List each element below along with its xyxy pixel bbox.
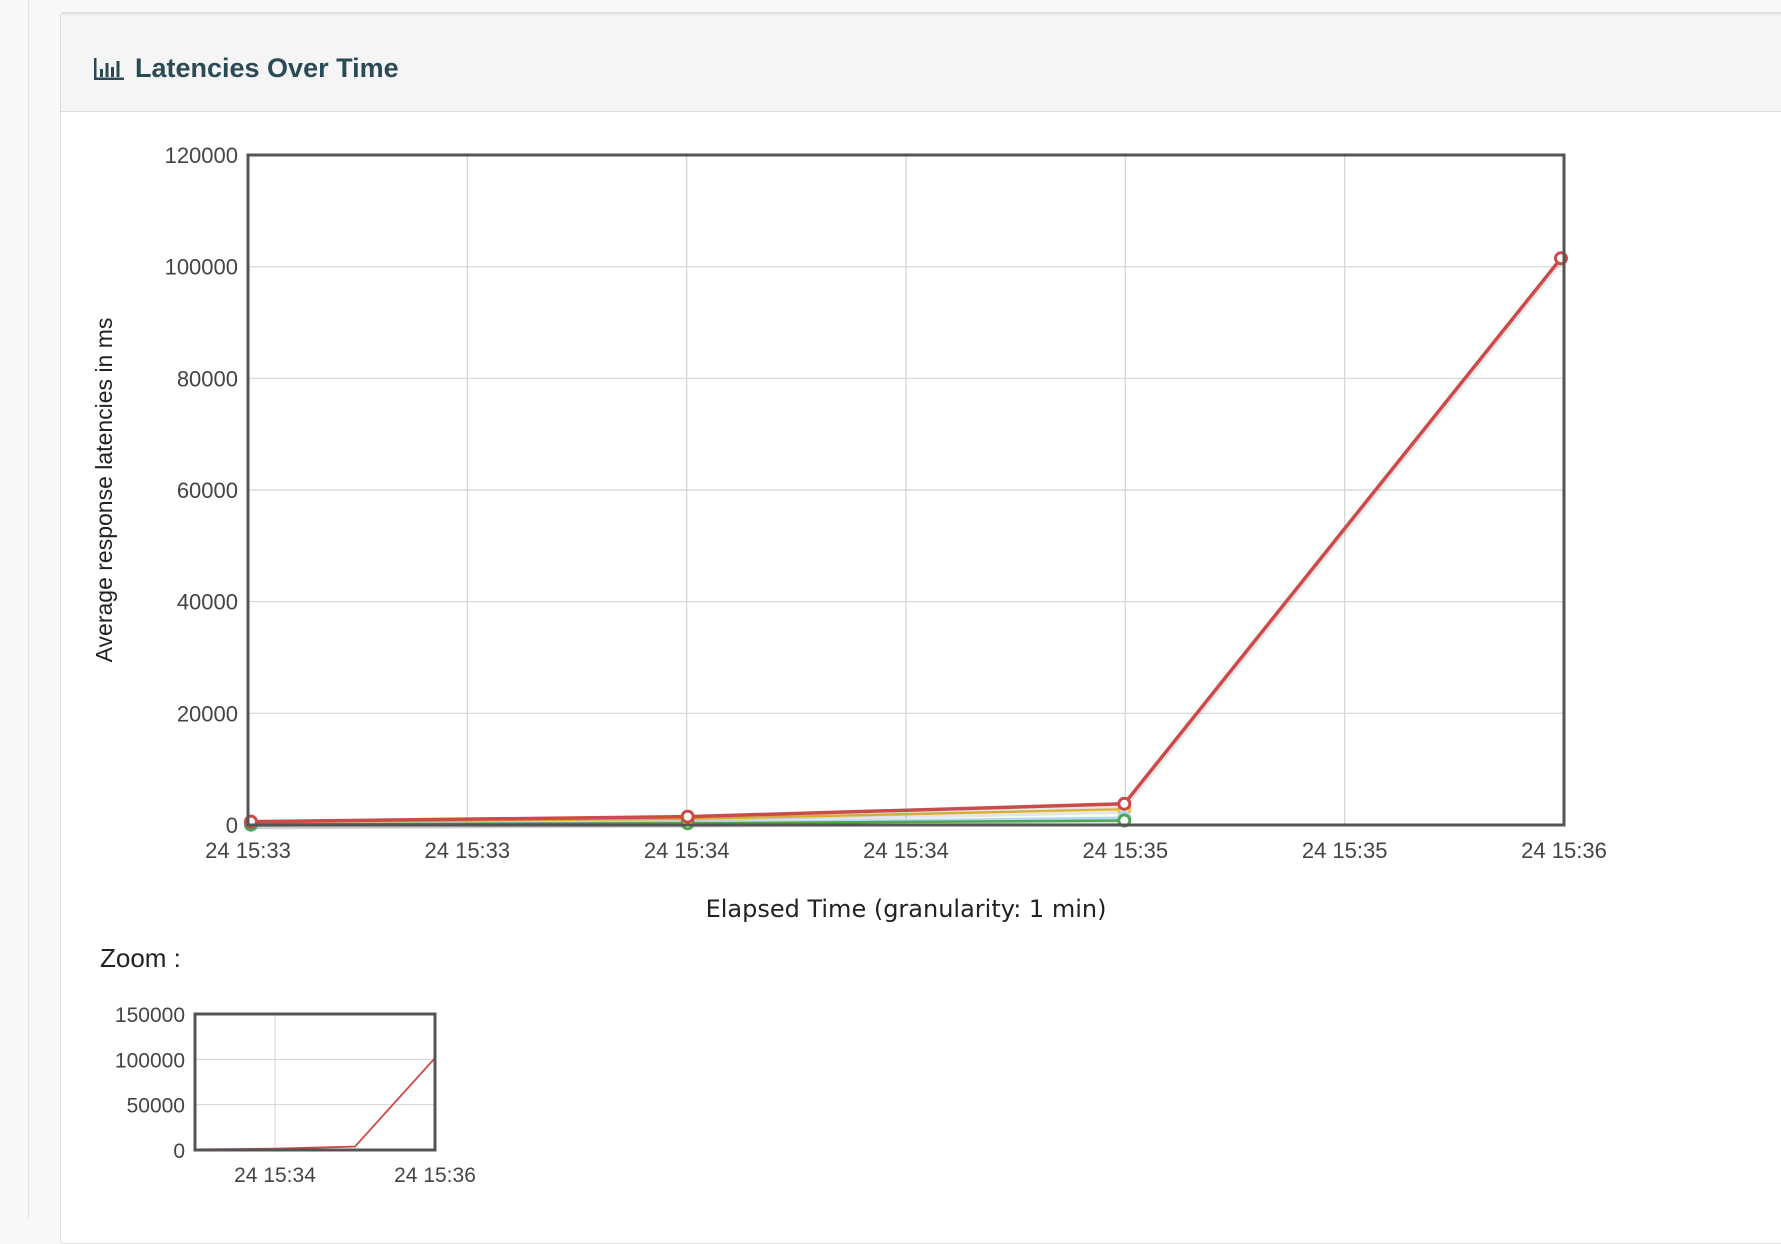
zoom-series [194,1057,436,1151]
zoom-y-tick-label: 150000 [115,1004,185,1027]
y-axis-label: Average response latencies in ms [91,318,117,663]
main-x-tick-label: 24 15:33 [205,838,291,863]
main-y-ticks: 0 20000 40000 60000 80000 100000 120000 [165,143,238,838]
main-y-tick-label: 120000 [165,143,238,168]
zoom-plot-frame[interactable] [193,1012,437,1152]
main-y-tick-label: 0 [226,813,238,838]
x-axis-label: Elapsed Time (granularity: 1 min) [706,895,1107,923]
zoom-x-ticks: 24 15:34 24 15:36 [234,1164,476,1187]
main-y-tick-label: 80000 [177,366,238,391]
main-y-tick-label: 20000 [177,701,238,726]
main-chart[interactable]: 0 20000 40000 60000 80000 100000 120000 24 15:… [0,0,1781,1218]
main-x-tick-label: 24 15:35 [1302,838,1388,863]
series-point[interactable] [680,809,695,824]
main-y-tick-label: 100000 [165,255,238,280]
main-y-tick-label: 40000 [177,590,238,615]
main-x-tick-label: 24 15:35 [1083,838,1169,863]
main-grid [247,154,1565,826]
zoom-series-line [194,1057,436,1151]
zoom-y-tick-label: 0 [173,1140,185,1163]
main-y-tick-label: 60000 [177,478,238,503]
zoom-y-tick-label: 50000 [127,1095,185,1118]
main-x-tick-label: 24 15:36 [1521,838,1607,863]
main-x-tick-label: 24 15:34 [863,838,949,863]
main-x-ticks: 24 15:33 24 15:33 24 15:34 24 15:34 24 15:35… [205,838,1607,863]
main-x-tick-label: 24 15:34 [644,838,730,863]
zoom-x-tick-label: 24 15:34 [234,1164,316,1187]
zoom-grid [195,1013,436,1151]
main-x-tick-label: 24 15:33 [425,838,511,863]
zoom-y-tick-label: 100000 [115,1049,185,1072]
zoom-x-tick-label: 24 15:36 [394,1164,476,1187]
zoom-y-ticks: 0 50000 100000 150000 [115,1004,185,1163]
series-point[interactable] [1117,796,1132,811]
zoom-label: Zoom : [100,943,181,973]
